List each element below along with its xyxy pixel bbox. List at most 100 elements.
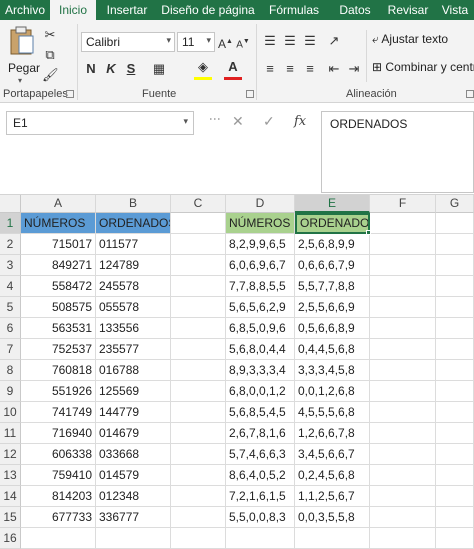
cell-g4[interactable] [436,276,474,297]
more-options-icon[interactable]: ⋮ [208,113,222,125]
name-box[interactable]: E1 ▾ [6,111,194,135]
cell-a6[interactable]: 563531 [21,318,96,339]
cell-e15[interactable]: 0,0,3,5,5,8 [295,507,370,528]
column-header-d[interactable]: D [226,195,295,213]
cell-c13[interactable] [171,465,226,486]
align-bottom-icon[interactable]: ☰ [302,32,318,50]
cell-f10[interactable] [370,402,436,423]
enter-icon[interactable]: ✓ [263,113,275,130]
cell-d15[interactable]: 5,5,0,0,8,3 [226,507,295,528]
cell-f6[interactable] [370,318,436,339]
cell-e3[interactable]: 0,6,6,6,7,9 [295,255,370,276]
row-header[interactable]: 8 [0,360,21,381]
increase-indent-icon[interactable]: ⇥ [346,60,362,78]
cell-c12[interactable] [171,444,226,465]
format-painter-icon[interactable]: 🖌 [42,66,59,84]
cell-g16[interactable] [436,528,474,549]
cell-e6[interactable]: 0,5,6,6,8,9 [295,318,370,339]
cell-b8[interactable]: 016788 [96,360,171,381]
cell-d2[interactable]: 8,2,9,9,6,5 [226,234,295,255]
cell-a3[interactable]: 849271 [21,255,96,276]
row-header[interactable]: 6 [0,318,21,339]
row-header[interactable]: 12 [0,444,21,465]
cell-a5[interactable]: 508575 [21,297,96,318]
cell-f2[interactable] [370,234,436,255]
row-header[interactable]: 7 [0,339,21,360]
cell-d10[interactable]: 5,6,8,5,4,5 [226,402,295,423]
row-header[interactable]: 9 [0,381,21,402]
row-header[interactable]: 14 [0,486,21,507]
cell-g11[interactable] [436,423,474,444]
cell-f4[interactable] [370,276,436,297]
cell-c4[interactable] [171,276,226,297]
cell-c8[interactable] [171,360,226,381]
row-header[interactable]: 5 [0,297,21,318]
cell-d16[interactable] [226,528,295,549]
cell-f11[interactable] [370,423,436,444]
bold-button[interactable]: N [84,60,98,78]
cell-e16[interactable] [295,528,370,549]
cell-b7[interactable]: 235577 [96,339,171,360]
cell-g15[interactable] [436,507,474,528]
font-dialog-launcher-icon[interactable] [246,90,254,98]
orientation-icon[interactable]: ↗ [326,32,342,50]
row-header[interactable]: 15 [0,507,21,528]
cell-a13[interactable]: 759410 [21,465,96,486]
copy-icon[interactable]: ⧉ [42,46,58,64]
fill-color-icon[interactable]: ◈ [194,58,212,80]
cell-d6[interactable]: 6,8,5,0,9,6 [226,318,295,339]
cell-b15[interactable]: 336777 [96,507,171,528]
cell-a9[interactable]: 551926 [21,381,96,402]
column-header-f[interactable]: F [370,195,436,213]
cell-c6[interactable] [171,318,226,339]
tab-vista[interactable]: Vista [436,0,474,20]
cell-e9[interactable]: 0,0,1,2,6,8 [295,381,370,402]
fill-handle[interactable] [366,230,371,235]
column-header-g[interactable]: G [436,195,474,213]
cell-f8[interactable] [370,360,436,381]
cell-a12[interactable]: 606338 [21,444,96,465]
cell-d9[interactable]: 6,8,0,0,1,2 [226,381,295,402]
borders-icon[interactable]: ▦ [150,60,168,78]
merge-center-button[interactable]: ⊞ Combinar y centrar [372,60,474,80]
font-size-select[interactable]: 11 ▾ [177,32,215,52]
cell-b6[interactable]: 133556 [96,318,171,339]
cell-e5[interactable]: 2,5,5,6,6,9 [295,297,370,318]
cell-d3[interactable]: 6,0,6,9,6,7 [226,255,295,276]
cell-e2[interactable]: 2,5,6,8,9,9 [295,234,370,255]
align-top-icon[interactable]: ☰ [262,32,278,50]
cell-f7[interactable] [370,339,436,360]
row-header[interactable]: 4 [0,276,21,297]
clipboard-dialog-launcher-icon[interactable] [66,90,74,98]
tab-datos[interactable]: Datos [330,0,380,20]
cell-e4[interactable]: 5,5,7,7,8,8 [295,276,370,297]
insert-function-icon[interactable]: fx [294,114,306,129]
cell-b11[interactable]: 014679 [96,423,171,444]
cell-e12[interactable]: 3,4,5,6,6,7 [295,444,370,465]
cell-a2[interactable]: 715017 [21,234,96,255]
align-right-icon[interactable]: ≡ [302,60,318,78]
cell-c2[interactable] [171,234,226,255]
tab-diseno-pagina[interactable]: Diseño de página [158,0,258,20]
tab-inicio[interactable]: Inicio [50,0,96,20]
align-left-icon[interactable]: ≡ [262,60,278,78]
cell-e1[interactable]: ORDENADOS [295,213,370,234]
cell-d14[interactable]: 7,2,1,6,1,5 [226,486,295,507]
cell-c3[interactable] [171,255,226,276]
cell-b9[interactable]: 125569 [96,381,171,402]
increase-font-icon[interactable]: A▲ [218,33,233,53]
cell-c10[interactable] [171,402,226,423]
cell-f12[interactable] [370,444,436,465]
cell-f14[interactable] [370,486,436,507]
cell-c5[interactable] [171,297,226,318]
cell-a15[interactable]: 677733 [21,507,96,528]
column-header-b[interactable]: B [96,195,171,213]
cell-g6[interactable] [436,318,474,339]
cell-a1[interactable]: NÚMEROS [21,213,96,234]
cell-f15[interactable] [370,507,436,528]
cell-b12[interactable]: 033668 [96,444,171,465]
cell-a7[interactable]: 752537 [21,339,96,360]
cell-c14[interactable] [171,486,226,507]
cell-g3[interactable] [436,255,474,276]
cell-g5[interactable] [436,297,474,318]
